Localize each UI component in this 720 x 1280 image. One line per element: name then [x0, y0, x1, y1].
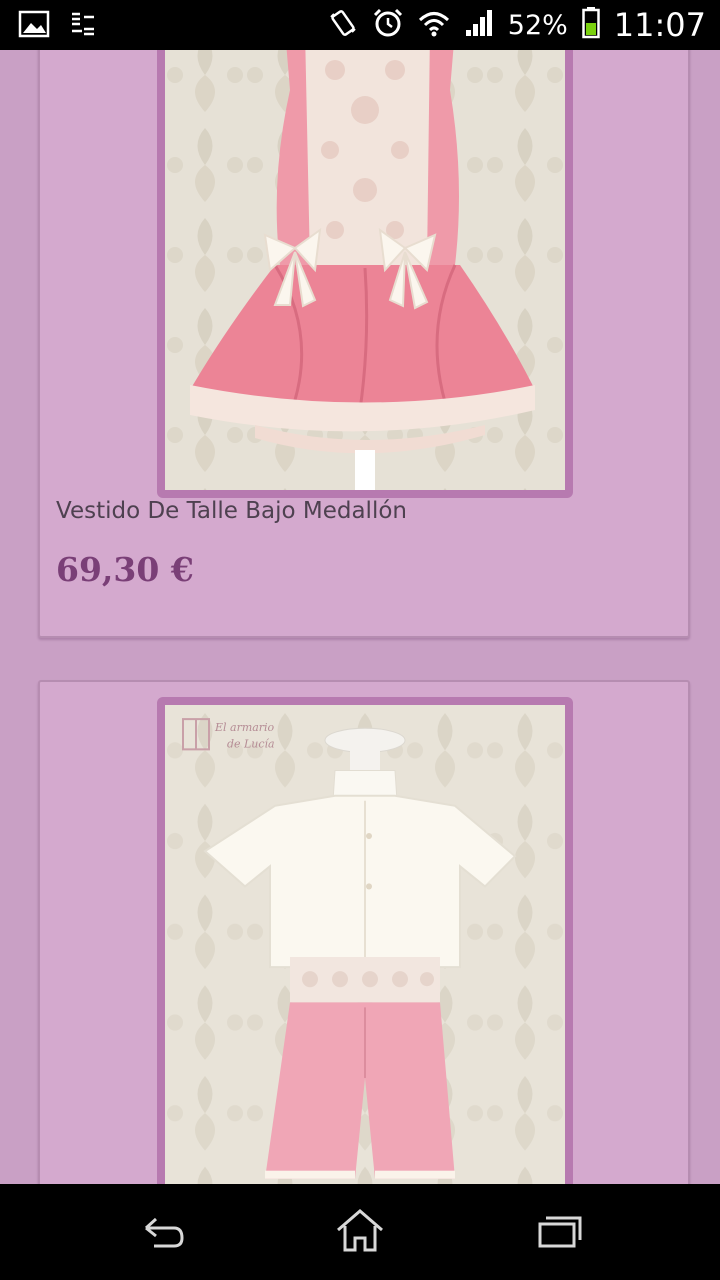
pink-dress-with-lace-photo[interactable] [165, 50, 565, 490]
product-name[interactable]: Vestido De Talle Bajo Medallón [56, 498, 407, 524]
product-image-frame[interactable]: El armario de Lucía [157, 697, 573, 1184]
home-icon[interactable] [330, 1206, 390, 1256]
signal-icon [464, 8, 494, 42]
clock: 11:07 [613, 6, 706, 44]
navigation-bar [0, 1184, 720, 1280]
battery-percent: 52% [507, 9, 568, 41]
white-shirt-pink-shorts-photo[interactable]: El armario de Lucía [165, 705, 565, 1184]
product-list[interactable]: Vestido De Talle Bajo Medallón 69,30 € E… [0, 50, 720, 1184]
battery-icon [582, 7, 600, 43]
product-price: 69,30 € [56, 550, 194, 589]
product-card[interactable]: Vestido De Talle Bajo Medallón 69,30 € [38, 50, 690, 638]
product-image-frame[interactable] [157, 50, 573, 498]
recents-icon[interactable] [530, 1206, 590, 1256]
svg-text:El armario: El armario [214, 721, 275, 734]
wifi-icon [418, 8, 450, 42]
gallery-icon [18, 8, 50, 44]
alarm-icon [372, 7, 404, 43]
product-card[interactable]: El armario de Lucía [38, 680, 690, 1184]
svg-text:de Lucía: de Lucía [227, 737, 275, 750]
vibrate-icon [328, 8, 358, 42]
status-bar: 52% 11:07 [0, 0, 720, 50]
usb-sync-icon [70, 9, 96, 43]
back-icon[interactable] [132, 1206, 192, 1256]
